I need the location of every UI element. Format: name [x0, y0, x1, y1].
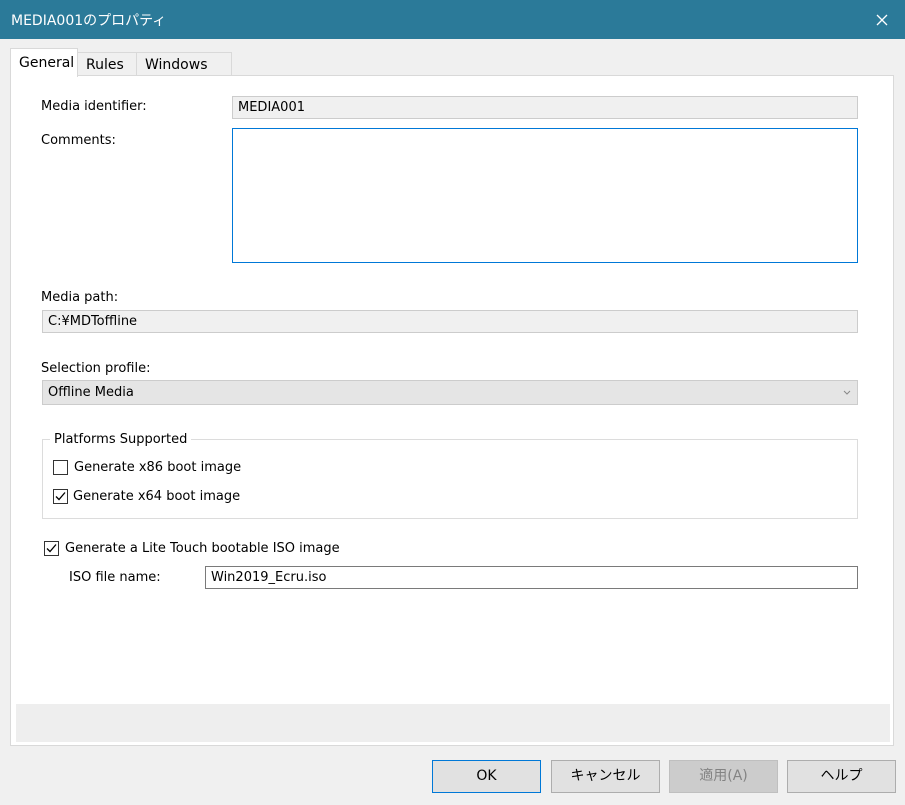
selection-profile-label: Selection profile:: [41, 361, 151, 376]
iso-checkbox[interactable]: [44, 541, 59, 556]
general-tab-panel: Media identifier: MEDIA001 Comments: Med…: [10, 75, 894, 746]
help-button[interactable]: ヘルプ: [787, 760, 896, 793]
selection-profile-dropdown[interactable]: Offline Media: [42, 380, 858, 405]
bottom-strip: [16, 704, 890, 742]
tab-general[interactable]: General: [10, 48, 78, 77]
media-path-field[interactable]: C:¥MDToffline: [42, 310, 858, 333]
iso-checkbox-label: Generate a Lite Touch bootable ISO image: [65, 541, 340, 556]
media-identifier-label: Media identifier:: [41, 99, 147, 114]
x86-checkbox-label: Generate x86 boot image: [74, 460, 242, 475]
title-bar: MEDIA001のプロパティ: [0, 0, 905, 39]
media-identifier-field[interactable]: MEDIA001: [232, 96, 858, 119]
tab-rules-label: Rules: [86, 57, 124, 73]
checkmark-icon: [46, 544, 57, 553]
checkmark-icon: [55, 492, 66, 501]
window-title: MEDIA001のプロパティ: [11, 13, 167, 29]
comments-textarea[interactable]: [232, 128, 858, 263]
x64-checkbox-label: Generate x64 boot image: [73, 489, 241, 504]
x86-checkbox[interactable]: [53, 460, 68, 475]
chevron-down-icon: [843, 381, 851, 412]
cancel-button[interactable]: キャンセル: [551, 760, 660, 793]
tab-general-label: General: [19, 55, 75, 71]
x64-checkbox[interactable]: [53, 489, 68, 504]
ok-button[interactable]: OK: [432, 760, 541, 793]
close-button[interactable]: [859, 0, 905, 39]
platforms-groupbox: [42, 439, 858, 519]
iso-file-name-input[interactable]: Win2019_Ecru.iso: [205, 566, 858, 589]
tab-rules[interactable]: Rules: [77, 52, 137, 77]
iso-file-name-label: ISO file name:: [69, 570, 161, 585]
close-icon: [876, 14, 888, 25]
tab-windows-pe[interactable]: Windows PE: [136, 52, 232, 98]
comments-label: Comments:: [41, 133, 116, 148]
platforms-group-title: Platforms Supported: [50, 432, 192, 447]
apply-button[interactable]: 適用(A): [669, 760, 778, 793]
media-path-label: Media path:: [41, 290, 119, 305]
selection-profile-value: Offline Media: [48, 385, 134, 400]
